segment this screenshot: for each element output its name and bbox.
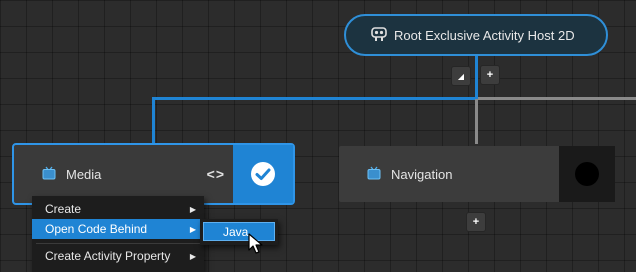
menu-separator	[36, 243, 200, 244]
robot-icon	[370, 26, 388, 45]
navigation-node[interactable]: Navigation	[339, 146, 615, 202]
chevron-right-icon: ▶	[189, 204, 196, 214]
check-circle-icon[interactable]	[233, 145, 293, 203]
root-exclusive-activity-host-node[interactable]: Root Exclusive Activity Host 2D	[344, 14, 608, 56]
connection-wire	[152, 97, 155, 145]
circle-icon	[575, 162, 599, 186]
plus-icon: +	[472, 216, 480, 228]
code-behind-icon[interactable]: <>	[207, 166, 225, 182]
menu-item-create-activity-property[interactable]: Create Activity Property ▶	[32, 246, 204, 266]
chevron-right-icon: ▶	[189, 224, 196, 234]
tv-icon	[367, 166, 381, 183]
menu-item-java[interactable]: Java	[203, 222, 275, 241]
connection-wire	[475, 99, 478, 144]
mouse-cursor-icon	[248, 233, 264, 260]
connection-wire	[475, 56, 478, 99]
status-panel[interactable]	[559, 146, 615, 202]
chevron-right-icon: ▶	[189, 251, 196, 261]
collapse-button[interactable]: ◢	[452, 67, 470, 85]
connection-wire	[478, 97, 636, 100]
plus-icon: +	[486, 69, 494, 81]
menu-item-label: Create Activity Property	[45, 249, 171, 263]
submenu: Java	[200, 219, 278, 245]
add-child-button[interactable]: +	[481, 66, 499, 84]
menu-item-create[interactable]: Create ▶	[32, 199, 204, 219]
menu-item-label: Java	[223, 224, 249, 239]
media-node-label: Media	[66, 166, 102, 182]
menu-item-label: Open Code Behind	[45, 222, 148, 236]
root-node-label: Root Exclusive Activity Host 2D	[394, 27, 575, 43]
add-child-button[interactable]: +	[467, 213, 485, 231]
connection-wire	[152, 97, 478, 100]
menu-item-open-code-behind[interactable]: Open Code Behind ▶	[32, 219, 204, 239]
menu-item-label: Create	[45, 202, 82, 216]
navigation-node-label: Navigation	[391, 166, 453, 182]
context-menu: Create ▶ Open Code Behind ▶ Create Activ…	[32, 196, 204, 272]
collapse-icon: ◢	[457, 71, 465, 81]
tv-icon	[42, 166, 56, 183]
